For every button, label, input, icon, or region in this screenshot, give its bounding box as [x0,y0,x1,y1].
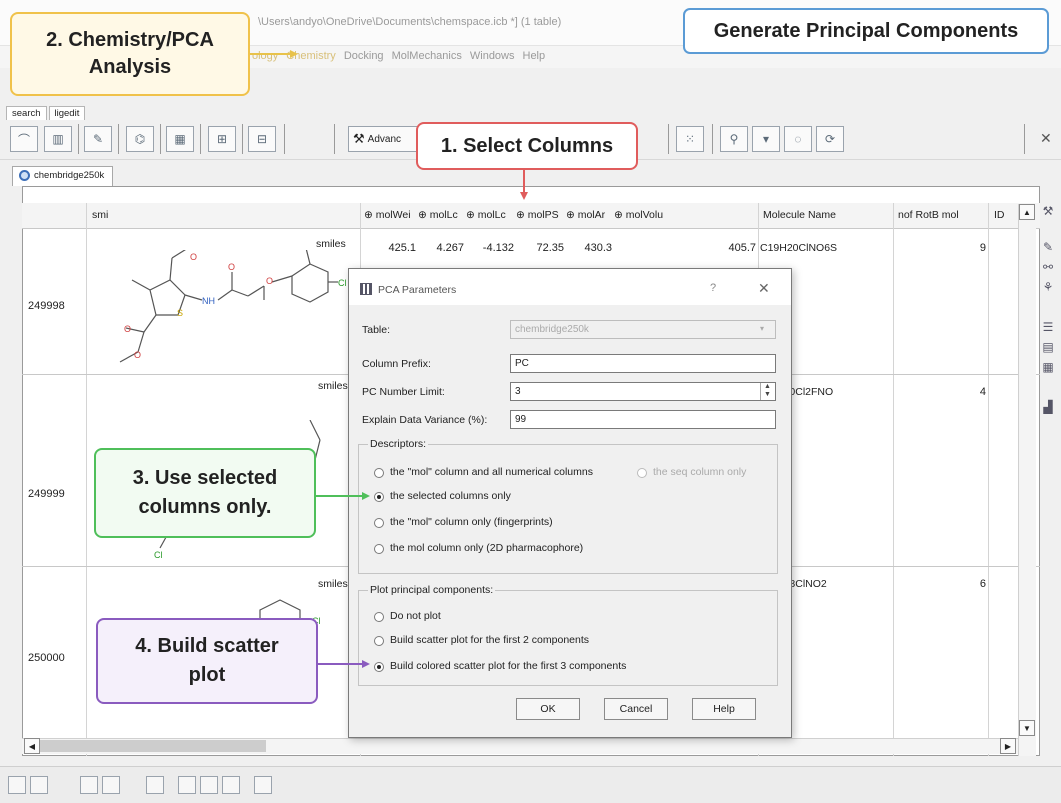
callout-line: 2. Chemistry/PCA [46,29,214,51]
arrow-chemistry [250,50,298,58]
callout-generate-principal-components: Generate Principal Components [683,8,1049,54]
callout-build-scatter-plot: 4. Build scatter plot [96,618,318,704]
callout-line: columns only. [138,496,272,518]
callout-select-columns: 1. Select Columns [416,122,638,170]
callout-line: 4. Build scatter [135,635,279,657]
callout-line: Analysis [88,56,172,78]
arrow-build-scatter [318,660,370,668]
callout-line: 3. Use selected [132,467,278,489]
callout-line: plot [188,664,226,686]
arrow-use-selected [316,492,370,500]
callout-chemistry-pca: 2. Chemistry/PCA Analysis [10,12,250,96]
arrow-select-columns [520,170,528,200]
callout-use-selected-columns: 3. Use selected columns only. [94,448,316,538]
